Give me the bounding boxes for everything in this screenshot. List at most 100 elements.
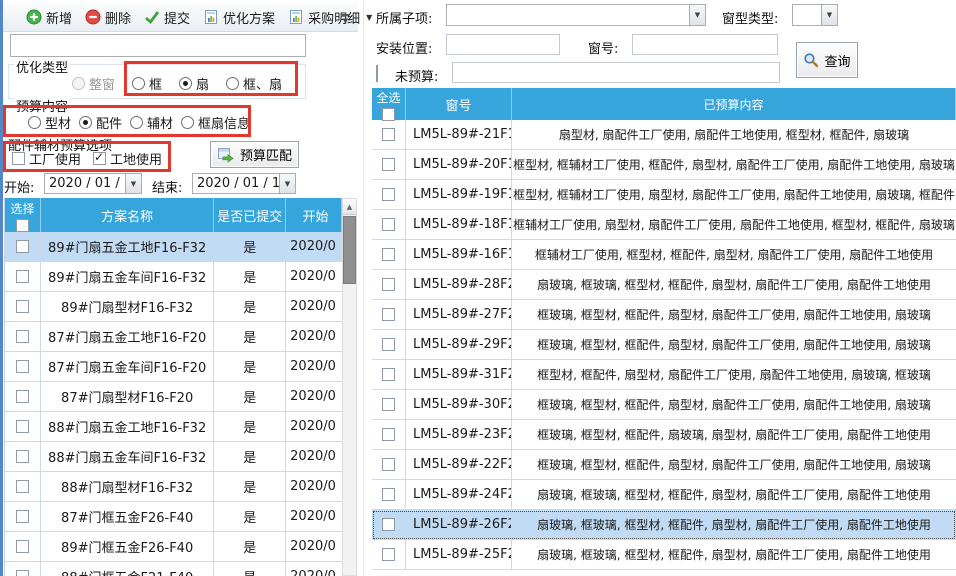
plan-table-row[interactable]: 88#门扇型材F16-F32是2020/0 [5,472,342,502]
row-checkbox[interactable] [382,428,395,441]
row-checkbox[interactable] [16,450,29,463]
plan-table-row[interactable]: 88#门框五金F21-F40是2020/0 [5,562,342,576]
scrollbar-thumb[interactable] [343,216,356,284]
row-checkbox[interactable] [382,308,395,321]
row-checkbox[interactable] [16,540,29,553]
plan-table-row[interactable]: 88#门扇五金车间F16-F32是2020/0 [5,442,342,472]
window-budget-row[interactable]: LM5L-89#-20F18框型材, 框辅材工厂使用, 框配件, 扇型材, 扇配… [372,150,956,180]
row-checkbox[interactable] [16,390,29,403]
window-budget-row[interactable]: LM5L-89#-24F22扇玻璃, 框玻璃, 框型材, 框配件, 扇型材, 扇… [372,480,956,510]
row-checkbox[interactable] [382,398,395,411]
radio-icon [130,116,143,129]
plan-table: 选择 方案名称 是否已提交 开始 89#门扇五金工地F16-F32是2020/0… [4,198,342,576]
row-checkbox[interactable] [382,488,395,501]
date-end-picker[interactable]: 2020 / 01 / 13 ▼ [192,173,296,194]
window-budget-row[interactable]: LM5L-89#-26F24扇玻璃, 框玻璃, 框型材, 框配件, 扇型材, 扇… [372,510,956,540]
row-checkbox[interactable] [382,518,395,531]
row-checkbox[interactable] [382,188,395,201]
row-checkbox[interactable] [16,420,29,433]
plan-table-row[interactable]: 87#门扇五金工地F16-F20是2020/0 [5,322,342,352]
window-no-cell: LM5L-89#-20F18 [406,150,512,179]
window-budget-row[interactable]: LM5L-89#-22F20框玻璃, 框型材, 框配件, 扇型材, 扇配件工厂使… [372,450,956,480]
sub-item-dropdown[interactable]: ▼ [446,4,706,26]
query-button[interactable]: 查询 [796,42,858,78]
row-checkbox[interactable] [382,218,395,231]
window-budget-row[interactable]: LM5L-89#-27F25框玻璃, 框型材, 框配件, 扇型材, 扇配件工厂使… [372,300,956,330]
row-checkbox[interactable] [382,158,395,171]
plan-table-row[interactable]: 89#门扇型材F16-F32是2020/0 [5,292,342,322]
date-start-picker[interactable]: 2020 / 01 / 1 ▼ [44,173,142,194]
plan-table-row[interactable]: 89#门扇五金工地F16-F32是2020/0 [5,232,342,262]
window-budget-row[interactable]: LM5L-89#-16F15框辅材工厂使用, 框型材, 框配件, 扇型材, 扇配… [372,240,956,270]
window-budget-row[interactable]: LM5L-89#-21F19扇型材, 扇配件工厂使用, 扇配件工地使用, 框型材… [372,120,956,150]
row-checkbox[interactable] [16,510,29,523]
plan-table-row[interactable]: 87#门框五金F26-F40是2020/0 [5,502,342,532]
plan-table-row[interactable]: 89#门扇五金车间F16-F32是2020/0 [5,262,342,292]
row-checkbox[interactable] [16,360,29,373]
window-budget-row[interactable]: LM5L-89#-19F17框型材, 框辅材工厂使用, 扇型材, 扇配件工厂使用… [372,180,956,210]
select-all-checkbox[interactable] [16,219,29,232]
window-budget-row[interactable]: LM5L-89#-30F28框玻璃, 框型材, 框配件, 扇型材, 扇配件工厂使… [372,390,956,420]
window-no-cell: LM5L-89#-16F15 [406,240,512,269]
row-checkbox[interactable] [16,570,29,576]
row-checkbox[interactable] [382,548,395,561]
row-checkbox[interactable] [16,330,29,343]
row-checkbox[interactable] [16,270,29,283]
radio-option-3[interactable]: 框扇信息 [181,113,250,132]
window-no-input[interactable] [632,34,778,55]
panel-splitter[interactable] [363,0,364,576]
row-checkbox[interactable] [382,458,395,471]
add-button[interactable]: 新增 [26,8,72,27]
row-checkbox[interactable] [382,368,395,381]
delete-button[interactable]: 删除 [85,8,131,27]
plan-table-row[interactable]: 87#门扇五金车间F16-F20是2020/0 [5,352,342,382]
radio-option-2[interactable]: 辅材 [130,113,173,132]
plan-table-scrollbar[interactable]: ▲ [342,198,357,576]
budget-match-button[interactable]: 预算匹配 [210,141,299,168]
install-position-input[interactable] [446,34,560,55]
row-checkbox[interactable] [382,278,395,291]
plan-name-cell: 87#门扇五金工地F16-F20 [41,322,214,351]
window-budget-row[interactable]: LM5L-89#-23F21框玻璃, 框型材, 框配件, 扇玻璃, 扇型材, 扇… [372,420,956,450]
no-budget-input[interactable] [452,62,780,83]
checkbox-option-0[interactable]: 工厂使用 [12,149,81,168]
submitted-cell: 是 [214,442,286,471]
plan-table-row[interactable]: 88#门扇五金工地F16-F32是2020/0 [5,412,342,442]
toolbar-overflow-button[interactable]: ▼ [339,9,352,29]
window-budget-row[interactable]: LM5L-89#-25F23扇玻璃, 框玻璃, 框型材, 框配件, 扇型材, 扇… [372,540,956,570]
window-budget-row[interactable]: LM5L-89#-18F16框辅材工厂使用, 扇型材, 扇配件工厂使用, 扇配件… [372,210,956,240]
budgeted-content-cell: 扇型材, 扇配件工厂使用, 扇配件工地使用, 框型材, 框配件, 扇玻璃 [512,120,956,149]
checkbox-option-1[interactable]: 工地使用 [93,149,162,168]
radio-option-2[interactable]: 扇 [179,74,209,93]
radio-option-1[interactable]: 框 [132,74,162,93]
radio-option-0[interactable]: 型材 [28,113,71,132]
row-checkbox[interactable] [382,248,395,261]
chevron-down-icon[interactable]: ▼ [689,5,705,25]
no-budget-checkbox[interactable] [376,65,378,82]
chevron-down-icon[interactable]: ▼ [279,174,295,193]
plan-table-row[interactable]: 89#门框五金F26-F40是2020/0 [5,532,342,562]
row-checkbox[interactable] [16,480,29,493]
row-checkbox[interactable] [16,300,29,313]
plan-filter-input[interactable] [10,34,306,57]
window-budget-row[interactable]: LM5L-89#-29F27框玻璃, 框型材, 框配件, 扇型材, 扇配件工厂使… [372,330,956,360]
submitted-column-header: 是否已提交 [214,198,286,232]
radio-option-1[interactable]: 配件 [79,113,122,132]
submit-button[interactable]: 提交 [144,8,190,27]
optimize-plan-button[interactable]: 优化方案 [203,8,275,27]
select-all-checkbox[interactable] [382,108,395,121]
chevron-down-icon[interactable]: ▼ [821,5,837,25]
scroll-up-icon[interactable]: ▲ [343,199,356,215]
row-checkbox[interactable] [382,338,395,351]
window-budget-row[interactable]: LM5L-89#-31F29框型材, 框配件, 扇型材, 扇配件工厂使用, 扇配… [372,360,956,390]
purchase-detail-button[interactable]: 采购明细 ▼ [288,8,372,27]
chevron-down-icon[interactable]: ▼ [125,174,141,193]
budgeted-content-cell: 框玻璃, 框型材, 框配件, 扇型材, 扇配件工厂使用, 扇配件工地使用, 扇玻… [512,330,956,359]
radio-option-3[interactable]: 框、扇 [226,74,282,93]
window-type-dropdown[interactable]: ▼ [792,4,838,26]
chevron-down-icon[interactable]: ▼ [366,13,372,22]
window-budget-row[interactable]: LM5L-89#-28F26扇玻璃, 框玻璃, 框型材, 框配件, 扇型材, 扇… [372,270,956,300]
plan-table-row[interactable]: 87#门扇型材F16-F20是2020/0 [5,382,342,412]
row-checkbox[interactable] [16,240,29,253]
row-checkbox[interactable] [382,128,395,141]
